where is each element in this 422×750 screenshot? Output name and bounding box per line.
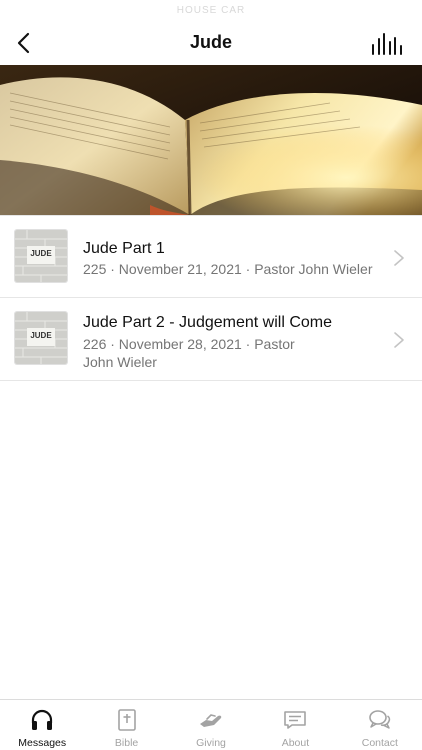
bible-icon: [114, 708, 140, 732]
equalizer-button[interactable]: [372, 31, 402, 55]
message-title: Jude Part 1: [83, 240, 165, 257]
screen: HOUSE CAR Jude JUDE Jude Part 1 225 · No…: [0, 0, 422, 750]
tab-bible[interactable]: Bible: [84, 700, 168, 750]
nav-bar: Jude: [0, 20, 422, 65]
message-thumbnail: JUDE: [15, 230, 67, 282]
message-meta-continued: John Wieler: [83, 354, 157, 370]
message-thumbnail: JUDE: [15, 312, 67, 364]
equalizer-icon: [399, 45, 402, 55]
status-bar: HOUSE CAR: [176, 5, 246, 16]
equalizer-icon: [394, 37, 397, 55]
tab-label: Bible: [114, 737, 139, 749]
message-list: JUDE Jude Part 1 225 · November 21, 2021…: [0, 215, 422, 381]
page-title: Jude: [189, 32, 232, 52]
message-meta: 226 · November 28, 2021 · Pastor: [83, 336, 295, 352]
equalizer-icon: [383, 33, 386, 55]
tab-label: Contact: [361, 737, 398, 749]
about-card-icon: [282, 708, 308, 732]
headphones-icon: [29, 708, 55, 732]
equalizer-icon: [388, 41, 391, 55]
giving-hand-icon: [198, 708, 224, 732]
tab-giving[interactable]: Giving: [169, 700, 253, 750]
tab-label: About: [281, 737, 310, 749]
thumbnail-text: JUDE: [30, 249, 52, 258]
tab-bar: Messages Bible Giving About Contact: [0, 699, 422, 750]
message-meta: 225 · November 21, 2021 · Pastor John Wi…: [83, 261, 373, 277]
tab-label: Messages: [18, 737, 67, 749]
tab-messages[interactable]: Messages: [0, 700, 84, 750]
equalizer-icon: [372, 44, 375, 55]
tab-about[interactable]: About: [253, 700, 337, 750]
tab-contact[interactable]: Contact: [338, 700, 422, 750]
list-item[interactable]: JUDE Jude Part 2 - Judgement will Come 2…: [0, 298, 422, 381]
chevron-right-icon: [394, 250, 404, 266]
list-item[interactable]: JUDE Jude Part 1 225 · November 21, 2021…: [0, 215, 422, 298]
thumbnail-text: JUDE: [30, 331, 52, 340]
message-title: Jude Part 2 - Judgement will Come: [83, 314, 332, 331]
chevron-right-icon: [394, 332, 404, 348]
series-hero-image: [0, 65, 422, 215]
chat-bubbles-icon: [367, 708, 393, 732]
tab-label: Giving: [196, 737, 226, 749]
equalizer-icon: [377, 38, 380, 55]
